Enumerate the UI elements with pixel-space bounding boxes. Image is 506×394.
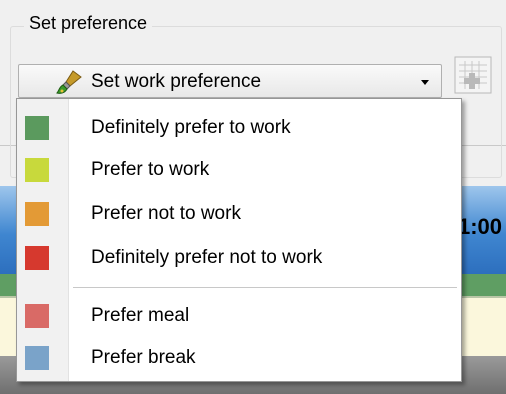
- menu-item-prefer-meal[interactable]: Prefer meal: [17, 295, 461, 337]
- menu-item-label: Prefer break: [91, 347, 196, 368]
- timeline-time-label: 1:00: [458, 214, 503, 239]
- color-swatch-icon: [25, 116, 49, 140]
- menu-item-label: Definitely prefer to work: [91, 117, 291, 138]
- color-swatch-icon: [25, 246, 49, 270]
- preference-menu: Definitely prefer to work Prefer to work…: [16, 98, 462, 382]
- menu-item-label: Definitely prefer not to work: [91, 247, 323, 268]
- menu-item-label: Prefer not to work: [91, 203, 241, 224]
- menu-item-prefer-not-work[interactable]: Prefer not to work: [17, 193, 461, 235]
- color-swatch-icon: [25, 304, 49, 328]
- group-title: Set preference: [24, 12, 153, 34]
- menu-item-prefer-work[interactable]: Prefer to work: [17, 149, 461, 191]
- chevron-down-icon[interactable]: [421, 80, 429, 85]
- menu-separator: [73, 287, 457, 289]
- color-swatch-icon: [25, 158, 49, 182]
- menu-item-definitely-prefer-work[interactable]: Definitely prefer to work: [17, 107, 461, 149]
- menu-item-label: Prefer meal: [91, 305, 190, 326]
- color-swatch-icon: [25, 202, 49, 226]
- paintbrush-icon: [56, 70, 82, 94]
- work-preference-dropdown[interactable]: Set work preference: [18, 64, 442, 98]
- menu-item-definitely-prefer-not-work[interactable]: Definitely prefer not to work: [17, 237, 461, 279]
- dropdown-label: Set work preference: [91, 71, 262, 92]
- grid-add-icon[interactable]: [453, 55, 493, 95]
- color-swatch-icon: [25, 346, 49, 370]
- menu-item-label: Prefer to work: [91, 159, 210, 180]
- menu-item-prefer-break[interactable]: Prefer break: [17, 337, 461, 379]
